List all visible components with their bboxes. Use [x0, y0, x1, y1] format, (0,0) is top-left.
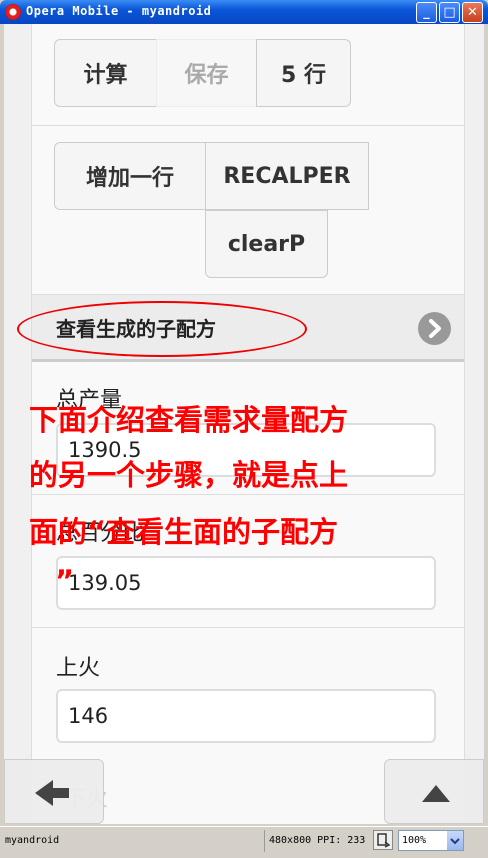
zoom-select[interactable]: 100%	[398, 830, 464, 851]
triangle-up-icon	[422, 785, 450, 802]
title-bar: Opera Mobile - myandroid _ □ ✕	[0, 0, 488, 24]
clearp-button[interactable]: clearP	[205, 210, 328, 278]
toolbar-row-2: 增加一行 RECALPER clearP	[32, 126, 464, 294]
bottom-nav-bar: 下火	[4, 759, 484, 824]
opera-icon	[5, 4, 21, 20]
annotation-line-3: 面的“查看生面的子配方	[29, 515, 339, 549]
annotation-line-4: ”	[55, 564, 75, 598]
field-top-fire: 上火 146	[32, 628, 464, 759]
field-label: 上火	[56, 656, 101, 681]
window-title: Opera Mobile - myandroid	[26, 4, 212, 18]
chevron-right-icon	[418, 312, 451, 345]
status-name: myandroid	[5, 835, 60, 846]
annotation-line-2: 的另一个步骤，就是点上	[29, 458, 349, 492]
annotation-line-1: 下面介绍查看需求量配方	[29, 403, 349, 437]
scroll-top-button[interactable]	[384, 759, 484, 824]
add-row-button[interactable]: 增加一行	[54, 142, 206, 210]
back-button[interactable]	[4, 759, 104, 824]
maximize-button[interactable]: □	[439, 2, 460, 23]
status-bar: myandroid 480x800 PPI: 233 100%	[0, 826, 488, 854]
rows-button[interactable]: 5 行	[256, 39, 351, 107]
highlight-ellipse	[17, 301, 307, 357]
chevron-down-icon[interactable]	[447, 831, 463, 850]
zoom-value: 100%	[402, 835, 427, 846]
status-info: 480x800 PPI: 233	[264, 830, 369, 852]
calc-button[interactable]: 计算	[54, 39, 157, 107]
recalper-button[interactable]: RECALPER	[205, 142, 369, 210]
save-button[interactable]: 保存	[156, 39, 257, 107]
page-viewport[interactable]: 计算 保存 5 行 增加一行 RECALPER clearP 查看生成的子配方 …	[4, 24, 484, 824]
arrow-left-icon	[35, 780, 69, 806]
rotate-icon[interactable]	[373, 830, 393, 850]
total-percent-input[interactable]: 139.05	[56, 556, 436, 610]
browser-window: Opera Mobile - myandroid _ □ ✕ 计算 保存 5 行…	[0, 0, 488, 858]
minimize-button[interactable]: _	[416, 2, 437, 23]
toolbar-row-1: 计算 保存 5 行	[32, 24, 464, 126]
top-fire-input[interactable]: 146	[56, 689, 436, 743]
close-button[interactable]: ✕	[462, 2, 483, 23]
